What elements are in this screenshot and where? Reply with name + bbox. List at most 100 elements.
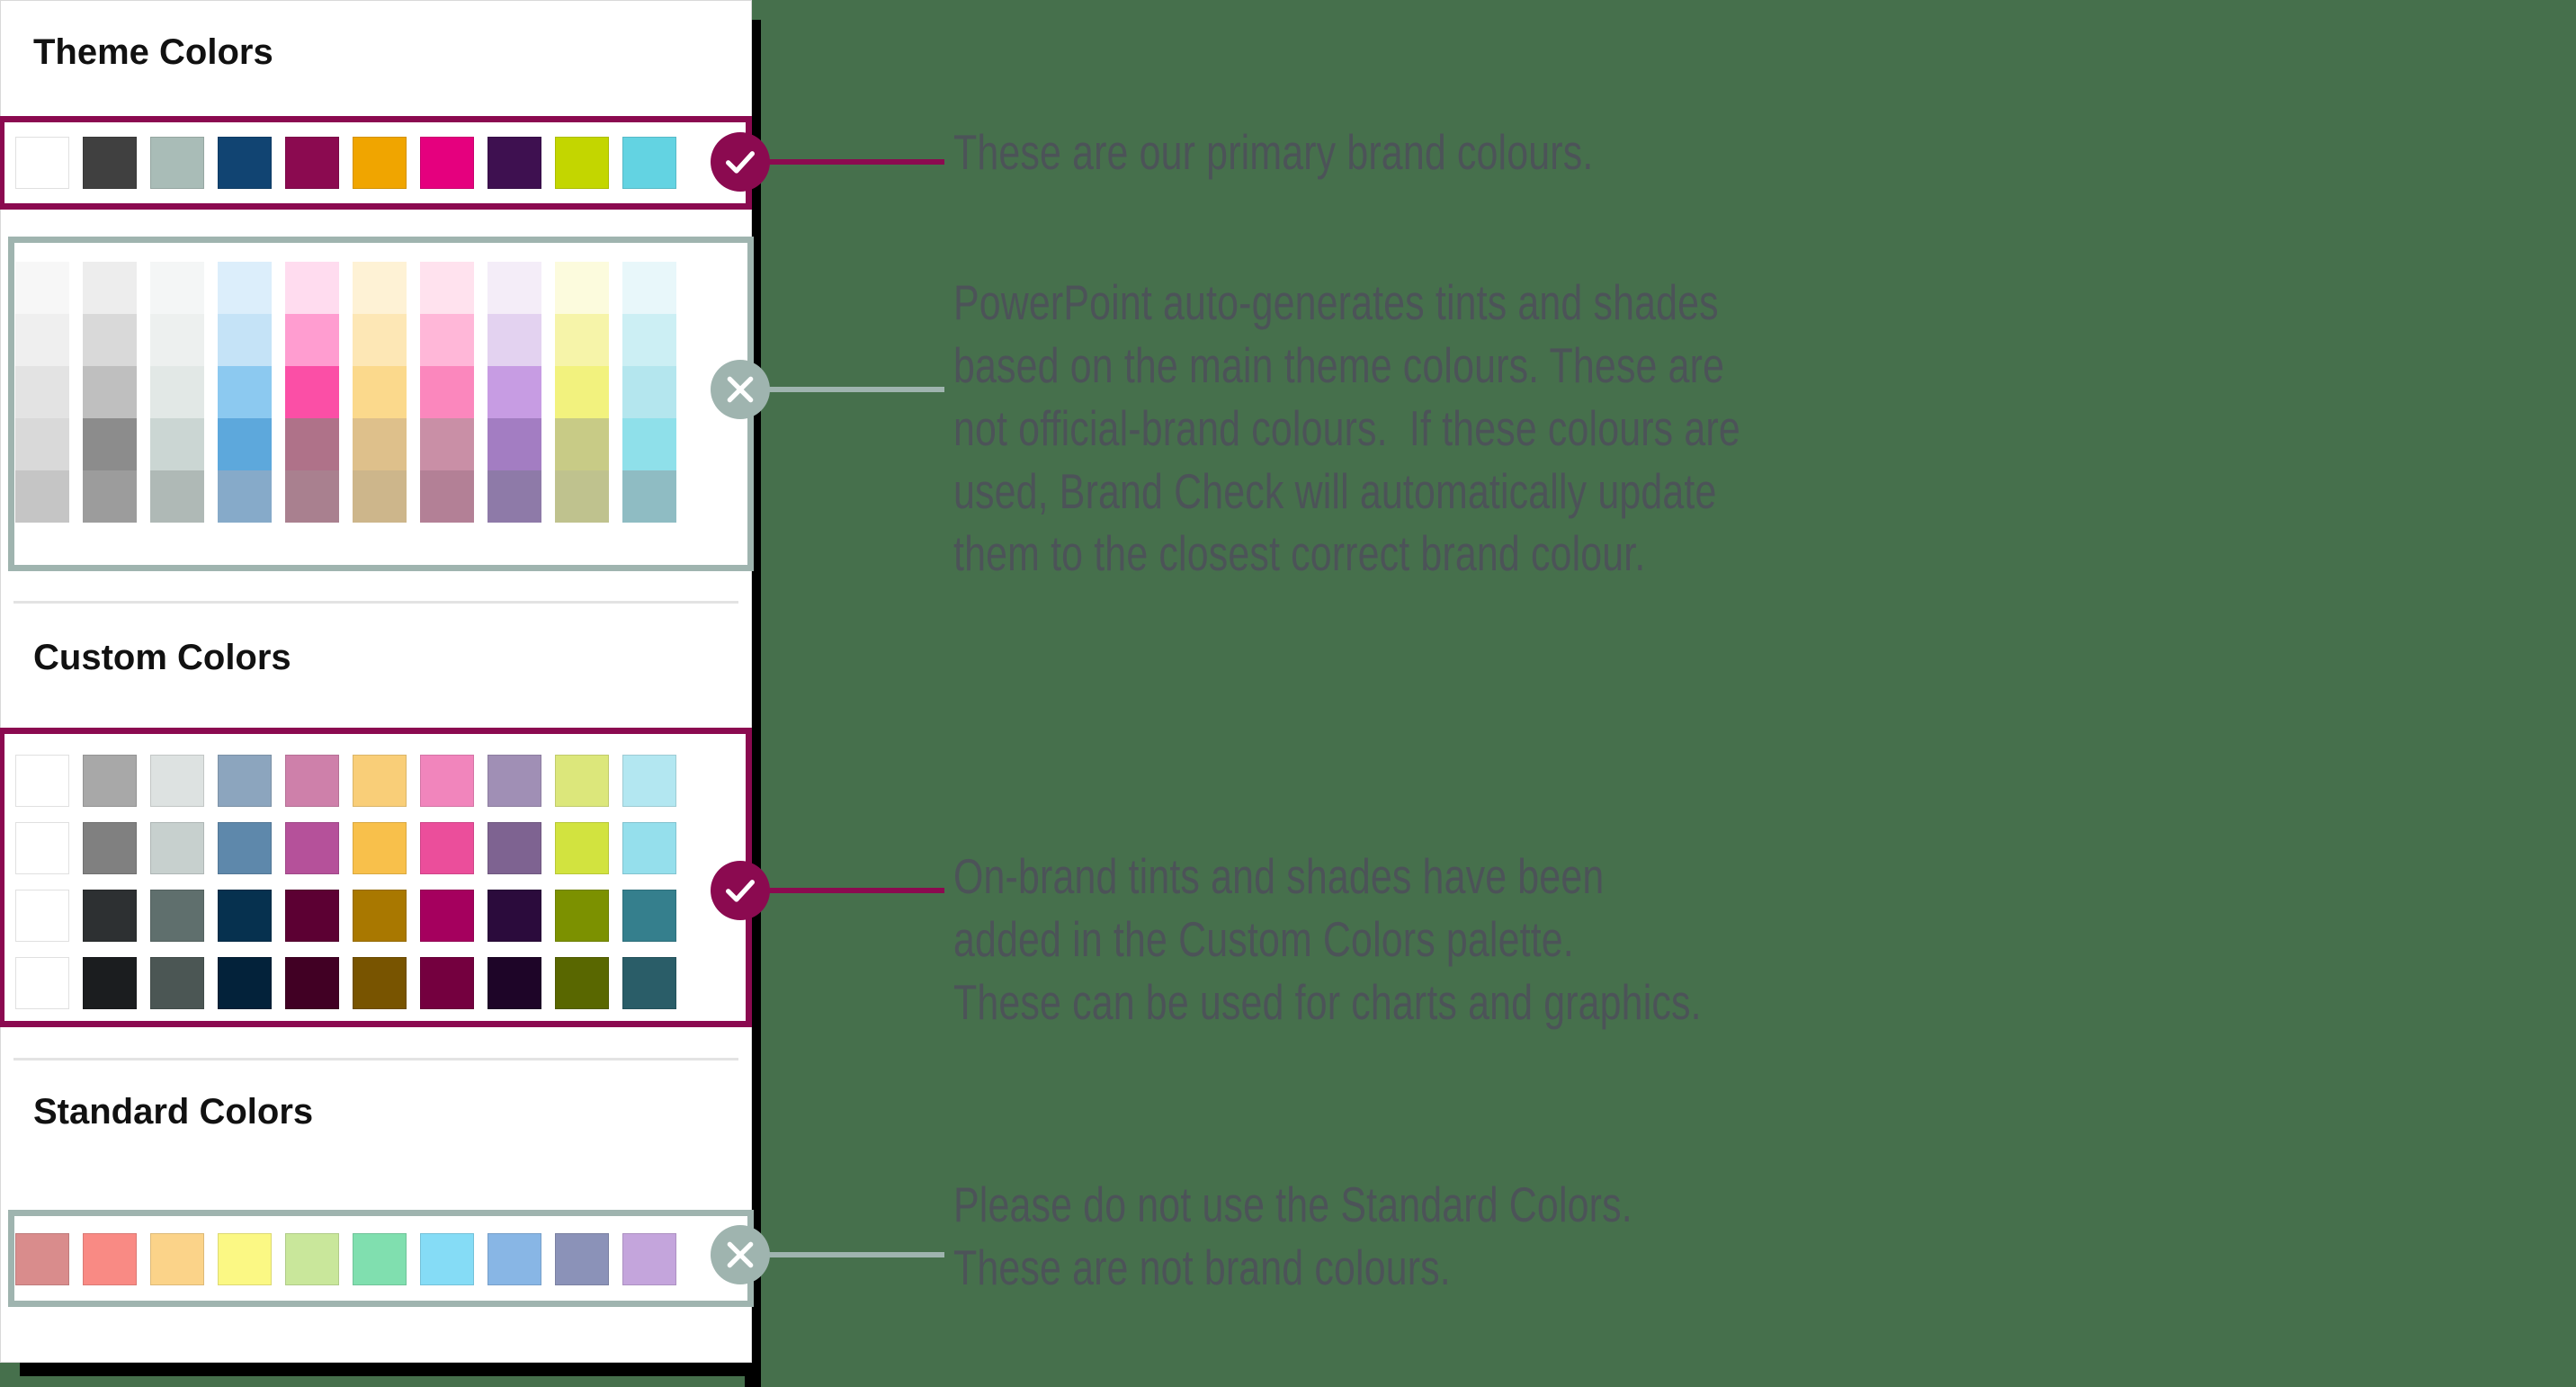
tint-shade-swatch-5-2[interactable] bbox=[352, 366, 407, 418]
custom-color-r3-swatch-8[interactable] bbox=[554, 957, 609, 1009]
custom-color-r2-swatch-cell[interactable] bbox=[345, 890, 413, 942]
custom-color-r3-swatch-5[interactable] bbox=[352, 957, 407, 1009]
tint-shade-swatch-1-2[interactable] bbox=[82, 366, 137, 418]
theme-color-swatch-cell[interactable] bbox=[480, 137, 548, 189]
standard-color-swatch-cell[interactable] bbox=[345, 1233, 413, 1285]
custom-color-r0-swatch-5[interactable] bbox=[352, 755, 407, 807]
theme-color-swatch-4[interactable] bbox=[284, 137, 339, 189]
custom-color-r3-swatch-cell[interactable] bbox=[8, 957, 76, 1009]
tint-shade-swatch-4-4[interactable] bbox=[284, 470, 339, 523]
theme-color-swatch-cell[interactable] bbox=[278, 137, 345, 189]
tint-shade-swatch-6-1[interactable] bbox=[419, 314, 474, 366]
custom-color-r2-swatch-cell[interactable] bbox=[548, 890, 615, 942]
custom-color-r0-swatch-1[interactable] bbox=[82, 755, 137, 807]
tint-shade-swatch-8-3[interactable] bbox=[554, 418, 609, 470]
custom-color-r3-swatch-cell[interactable] bbox=[76, 957, 143, 1009]
custom-color-r2-swatch-cell[interactable] bbox=[615, 890, 683, 942]
tint-shade-swatch-6-3[interactable] bbox=[419, 418, 474, 470]
standard-colors-row[interactable] bbox=[8, 1233, 683, 1285]
tint-shade-swatch-0-4[interactable] bbox=[14, 470, 69, 523]
custom-color-r0-swatch-cell[interactable] bbox=[413, 755, 480, 807]
tint-shade-swatch-1-4[interactable] bbox=[82, 470, 137, 523]
tint-shade-swatch-3-3[interactable] bbox=[217, 418, 272, 470]
custom-color-r3-swatch-3[interactable] bbox=[217, 957, 272, 1009]
custom-color-r2-swatch-1[interactable] bbox=[82, 890, 137, 942]
custom-colors-row[interactable] bbox=[8, 755, 683, 807]
custom-color-r1-swatch-cell[interactable] bbox=[8, 822, 76, 874]
tint-shade-swatch-3-1[interactable] bbox=[217, 314, 272, 366]
custom-color-r0-swatch-3[interactable] bbox=[217, 755, 272, 807]
standard-color-swatch-5[interactable] bbox=[352, 1233, 407, 1285]
custom-color-r2-swatch-cell[interactable] bbox=[413, 890, 480, 942]
custom-color-r1-swatch-4[interactable] bbox=[284, 822, 339, 874]
tint-shade-swatch-4-3[interactable] bbox=[284, 418, 339, 470]
standard-color-swatch-3[interactable] bbox=[217, 1233, 272, 1285]
tint-shade-swatch-8-2[interactable] bbox=[554, 366, 609, 418]
tint-shade-swatch-7-1[interactable] bbox=[487, 314, 541, 366]
tint-shade-swatch-3-0[interactable] bbox=[217, 262, 272, 314]
theme-color-swatch-0[interactable] bbox=[14, 137, 69, 189]
tint-shade-column-7[interactable] bbox=[480, 262, 548, 523]
tint-shade-swatch-2-0[interactable] bbox=[149, 262, 204, 314]
custom-colors-row[interactable] bbox=[8, 957, 683, 1009]
custom-color-r1-swatch-cell[interactable] bbox=[480, 822, 548, 874]
tint-shade-swatch-3-2[interactable] bbox=[217, 366, 272, 418]
theme-color-swatch-cell[interactable] bbox=[210, 137, 278, 189]
tint-shade-swatch-5-1[interactable] bbox=[352, 314, 407, 366]
custom-color-r0-swatch-2[interactable] bbox=[149, 755, 204, 807]
custom-color-r2-swatch-9[interactable] bbox=[622, 890, 676, 942]
custom-color-r2-swatch-cell[interactable] bbox=[76, 890, 143, 942]
custom-color-r1-swatch-2[interactable] bbox=[149, 822, 204, 874]
custom-color-r1-swatch-cell[interactable] bbox=[210, 822, 278, 874]
theme-color-swatch-cell[interactable] bbox=[143, 137, 210, 189]
tint-shade-swatch-2-2[interactable] bbox=[149, 366, 204, 418]
custom-color-r1-swatch-9[interactable] bbox=[622, 822, 676, 874]
theme-color-swatch-8[interactable] bbox=[554, 137, 609, 189]
theme-color-swatch-cell[interactable] bbox=[413, 137, 480, 189]
tint-shade-column-1[interactable] bbox=[76, 262, 143, 523]
tint-shade-swatch-4-0[interactable] bbox=[284, 262, 339, 314]
tint-shade-swatch-7-0[interactable] bbox=[487, 262, 541, 314]
tint-shade-swatch-8-0[interactable] bbox=[554, 262, 609, 314]
custom-color-r2-swatch-cell[interactable] bbox=[278, 890, 345, 942]
theme-color-swatch-cell[interactable] bbox=[76, 137, 143, 189]
theme-color-swatch-6[interactable] bbox=[419, 137, 474, 189]
custom-color-r3-swatch-6[interactable] bbox=[419, 957, 474, 1009]
custom-color-r2-swatch-2[interactable] bbox=[149, 890, 204, 942]
tint-shade-swatch-2-1[interactable] bbox=[149, 314, 204, 366]
tint-shade-swatch-0-3[interactable] bbox=[14, 418, 69, 470]
custom-color-r3-swatch-cell[interactable] bbox=[345, 957, 413, 1009]
custom-color-r0-swatch-cell[interactable] bbox=[278, 755, 345, 807]
standard-color-swatch-cell[interactable] bbox=[143, 1233, 210, 1285]
tint-shade-swatch-9-2[interactable] bbox=[622, 366, 676, 418]
custom-color-r3-swatch-1[interactable] bbox=[82, 957, 137, 1009]
custom-color-r1-swatch-1[interactable] bbox=[82, 822, 137, 874]
custom-color-r1-swatch-cell[interactable] bbox=[76, 822, 143, 874]
standard-color-swatch-6[interactable] bbox=[419, 1233, 474, 1285]
custom-color-r3-swatch-cell[interactable] bbox=[413, 957, 480, 1009]
theme-color-swatch-9[interactable] bbox=[622, 137, 676, 189]
custom-color-r0-swatch-cell[interactable] bbox=[345, 755, 413, 807]
custom-color-r1-swatch-5[interactable] bbox=[352, 822, 407, 874]
custom-color-r1-swatch-cell[interactable] bbox=[548, 822, 615, 874]
custom-colors-row[interactable] bbox=[8, 822, 683, 874]
standard-color-swatch-9[interactable] bbox=[622, 1233, 676, 1285]
tint-shade-swatch-3-4[interactable] bbox=[217, 470, 272, 523]
tint-shade-swatch-1-1[interactable] bbox=[82, 314, 137, 366]
custom-color-r2-swatch-0[interactable] bbox=[14, 890, 69, 942]
custom-color-r2-swatch-cell[interactable] bbox=[480, 890, 548, 942]
tint-shade-swatch-9-0[interactable] bbox=[622, 262, 676, 314]
custom-color-r1-swatch-cell[interactable] bbox=[278, 822, 345, 874]
custom-color-r0-swatch-9[interactable] bbox=[622, 755, 676, 807]
custom-color-r0-swatch-6[interactable] bbox=[419, 755, 474, 807]
custom-color-r2-swatch-6[interactable] bbox=[419, 890, 474, 942]
theme-color-swatch-3[interactable] bbox=[217, 137, 272, 189]
custom-colors-row[interactable] bbox=[8, 890, 683, 942]
custom-color-r3-swatch-cell[interactable] bbox=[143, 957, 210, 1009]
tint-shade-swatch-7-3[interactable] bbox=[487, 418, 541, 470]
custom-color-r1-swatch-cell[interactable] bbox=[345, 822, 413, 874]
custom-color-r0-swatch-cell[interactable] bbox=[480, 755, 548, 807]
custom-color-r2-swatch-cell[interactable] bbox=[8, 890, 76, 942]
tint-shade-swatch-9-1[interactable] bbox=[622, 314, 676, 366]
standard-color-swatch-cell[interactable] bbox=[76, 1233, 143, 1285]
